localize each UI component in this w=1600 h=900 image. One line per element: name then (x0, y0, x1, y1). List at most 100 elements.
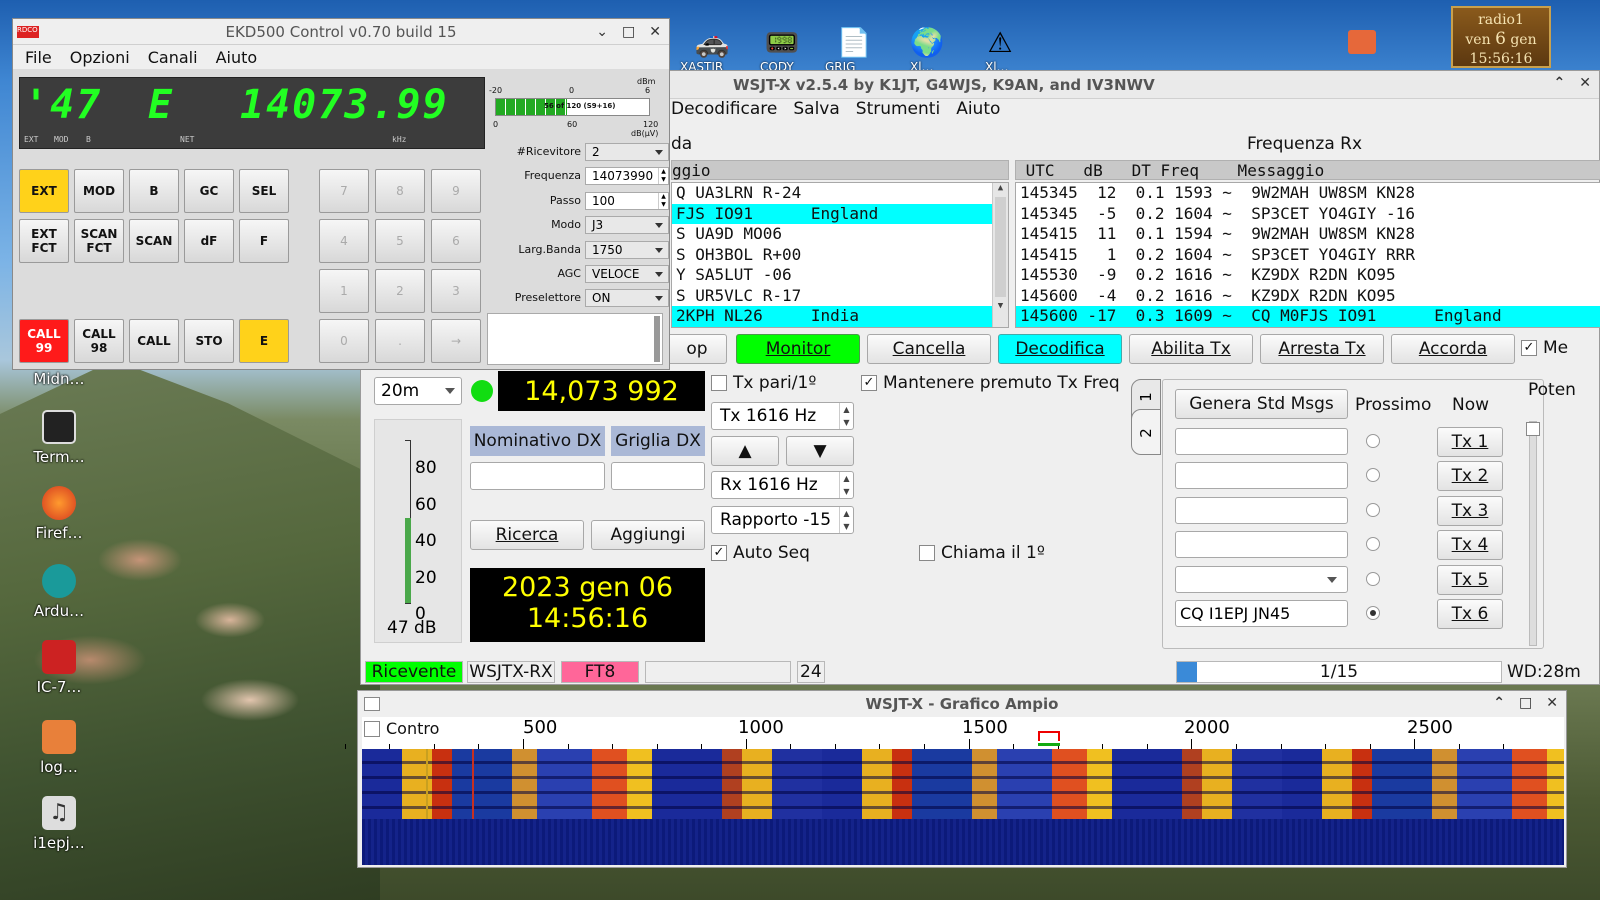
ekd-field-spin[interactable]: 14073990 ▲ ▼ (585, 167, 669, 186)
menu-help[interactable]: Aiuto (956, 99, 1000, 119)
desktop-icon-log[interactable]: log… (14, 720, 104, 776)
ekd-field-combo[interactable]: J3 (585, 216, 669, 235)
ekd-call-99-button[interactable]: CALL 99 (19, 319, 69, 363)
ekd-b-button[interactable]: B (129, 169, 179, 213)
spin-arrows-icon[interactable]: ▲ ▼ (658, 168, 668, 185)
minimize-icon[interactable]: ⌃ (1493, 695, 1505, 711)
ekd-mod-button[interactable]: MOD (74, 169, 124, 213)
ekd-sel-button[interactable]: SEL (239, 169, 289, 213)
tune-button[interactable]: Accorda (1391, 334, 1515, 364)
tx-even-checkbox[interactable]: Tx pari/1º (711, 373, 816, 393)
decode-row[interactable]: 145600 -17 0.3 1609 ~ CQ M0FJS IO91 Engl… (1016, 306, 1600, 327)
desktop-icon-midnight[interactable]: Midn… (14, 370, 104, 388)
ekd-ext-button[interactable]: EXT (19, 169, 69, 213)
report-spinbox[interactable]: Rapporto -15 ▲ ▼ (711, 506, 854, 534)
tx-to-rx-up-button[interactable]: ▲ (711, 436, 779, 466)
keypad-key[interactable]: 2 (375, 269, 425, 313)
enable-tx-button[interactable]: Abilita Tx (1129, 334, 1253, 364)
menu-help[interactable]: Aiuto (216, 48, 258, 67)
tx6-message-input[interactable]: CQ I1EPJ JN45 (1175, 600, 1348, 627)
power-slider-handle[interactable] (1526, 422, 1540, 436)
ekd-sto-button[interactable]: STO (184, 319, 234, 363)
spin-arrows-icon[interactable]: ▲ ▼ (658, 192, 668, 209)
keypad-key[interactable]: 9 (431, 169, 481, 213)
tx2-now-button[interactable]: Tx 2 (1437, 461, 1503, 492)
rx-to-tx-down-button[interactable]: ▼ (786, 436, 854, 466)
monitor-button[interactable]: Monitor (736, 334, 860, 364)
ekd-field-combo[interactable]: 1750 (585, 240, 669, 259)
decode-row[interactable]: FJS IO91 England (672, 203, 1008, 224)
decode-row[interactable]: 2KPH NL26 India (672, 306, 1008, 327)
tx4-message-input[interactable] (1175, 531, 1348, 559)
tx3-next-radio[interactable] (1366, 502, 1380, 517)
checkbox-box[interactable]: ✓ (711, 545, 727, 561)
hold-tx-freq-checkbox[interactable]: ✓ Mantenere premuto Tx Freq (861, 373, 1120, 393)
minimize-icon[interactable]: ⌄ (596, 24, 608, 40)
checkbox-box[interactable] (711, 375, 727, 391)
scroll-up-icon[interactable]: ▲ (993, 183, 1008, 193)
decode-row[interactable]: 145415 11 0.1 1594 ~ 9W2MAH UW8SM KN28 (1016, 224, 1600, 245)
tab-2[interactable]: 2 (1131, 409, 1161, 455)
scroll-down-icon[interactable]: ▼ (993, 301, 1008, 311)
add-button[interactable]: Aggiungi (591, 520, 705, 550)
call-first-checkbox[interactable]: Chiama il 1º (919, 543, 1045, 563)
frequency-scale[interactable]: Contro 500 1000 1500 2000 2500 (344, 717, 1564, 749)
halt-tx-button[interactable]: Arresta Tx (1260, 334, 1384, 364)
tx6-next-radio[interactable] (1366, 606, 1380, 620)
ekd-field-combo[interactable]: 2 (585, 143, 669, 161)
ekd-ext-fct-button[interactable]: EXT FCT (19, 219, 69, 263)
tx6-now-button[interactable]: Tx 6 (1437, 599, 1503, 629)
cody-icon[interactable]: 📟 (760, 20, 804, 64)
close-icon[interactable]: ✕ (1579, 75, 1591, 91)
decode-row[interactable]: 145345 12 0.1 1593 ~ 9W2MAH UW8SM KN28 (1016, 183, 1600, 204)
scroll-thumb[interactable] (995, 197, 1006, 297)
ekd-call-98-button[interactable]: CALL 98 (74, 319, 124, 363)
desktop-icon-firefox[interactable]: Firef… (14, 486, 104, 542)
tx-frequency-spinbox[interactable]: Tx 1616 Hz ▲ ▼ (711, 402, 854, 430)
ekd-field-spin[interactable]: 100 ▲ ▼ (585, 191, 669, 210)
wide-graph-titlebar[interactable]: WSJT-X - Grafico Ampio ⌃ □ ✕ (358, 691, 1566, 717)
xastir-icon[interactable]: 🚓 (690, 20, 734, 64)
maximize-icon[interactable]: □ (622, 24, 635, 40)
tx3-now-button[interactable]: Tx 3 (1437, 495, 1503, 526)
dx-call-input[interactable] (470, 462, 605, 490)
desktop-icon-terminal[interactable]: Term… (14, 410, 104, 466)
band-select[interactable]: 20m (374, 377, 462, 405)
desktop-icon-arduino[interactable]: Ardu… (14, 564, 104, 620)
close-icon[interactable]: ✕ (649, 24, 661, 40)
tx4-now-button[interactable]: Tx 4 (1437, 530, 1503, 561)
decode-row[interactable]: 145530 -9 0.2 1616 ~ KZ9DX R2DN KO95 (1016, 265, 1600, 286)
decode-row[interactable]: S OH3BOL R+00 (672, 245, 1008, 266)
log-scrollbar[interactable] (654, 316, 660, 362)
decode-row[interactable]: Q UA3LRN R-24 (672, 183, 1008, 204)
ekd-scan-button[interactable]: SCAN (129, 219, 179, 263)
maximize-icon[interactable]: □ (1519, 695, 1532, 711)
tx1-next-radio[interactable] (1366, 434, 1380, 448)
checkbox-box[interactable] (919, 545, 935, 561)
waterfall-display[interactable] (362, 749, 1564, 865)
ekd-field-combo[interactable]: VELOCE (585, 265, 669, 283)
stop-button[interactable]: op (667, 334, 727, 364)
keypad-key[interactable]: 1 (319, 269, 369, 313)
keypad-key[interactable]: 8 (375, 169, 425, 213)
close-icon[interactable]: ✕ (1546, 695, 1558, 711)
rx-frequency-spinbox[interactable]: Rx 1616 Hz ▲ ▼ (711, 471, 854, 499)
menu-channels[interactable]: Canali (148, 48, 198, 67)
decode-row[interactable]: 145415 1 0.2 1604 ~ SP3CET YO4GIY RRR (1016, 245, 1600, 266)
spin-arrows-icon[interactable]: ▲ ▼ (839, 507, 853, 533)
ekd-gc-button[interactable]: GC (184, 169, 234, 213)
tx5-next-radio[interactable] (1366, 571, 1380, 586)
chevron-down-icon[interactable] (1327, 576, 1337, 583)
band-activity-scrollbar[interactable]: ▲ ▼ (992, 183, 1008, 327)
tx5-now-button[interactable]: Tx 5 (1437, 564, 1503, 595)
ekd-df-button[interactable]: dF (184, 219, 234, 263)
decode-row[interactable]: 145345 -5 0.2 1604 ~ SP3CET YO4GIY -16 (1016, 204, 1600, 225)
menu-file[interactable]: File (25, 48, 52, 67)
menus-checkbox[interactable]: ✓ Me (1521, 338, 1568, 358)
keypad-key[interactable]: 6 (431, 219, 481, 263)
decode-row[interactable]: Y SA5LUT -06 (672, 265, 1008, 286)
globe-icon[interactable]: 🌍 (905, 20, 949, 64)
tx3-message-input[interactable] (1175, 496, 1348, 524)
menu-options[interactable]: Opzioni (70, 48, 130, 67)
keypad-key[interactable]: 3 (431, 269, 481, 313)
